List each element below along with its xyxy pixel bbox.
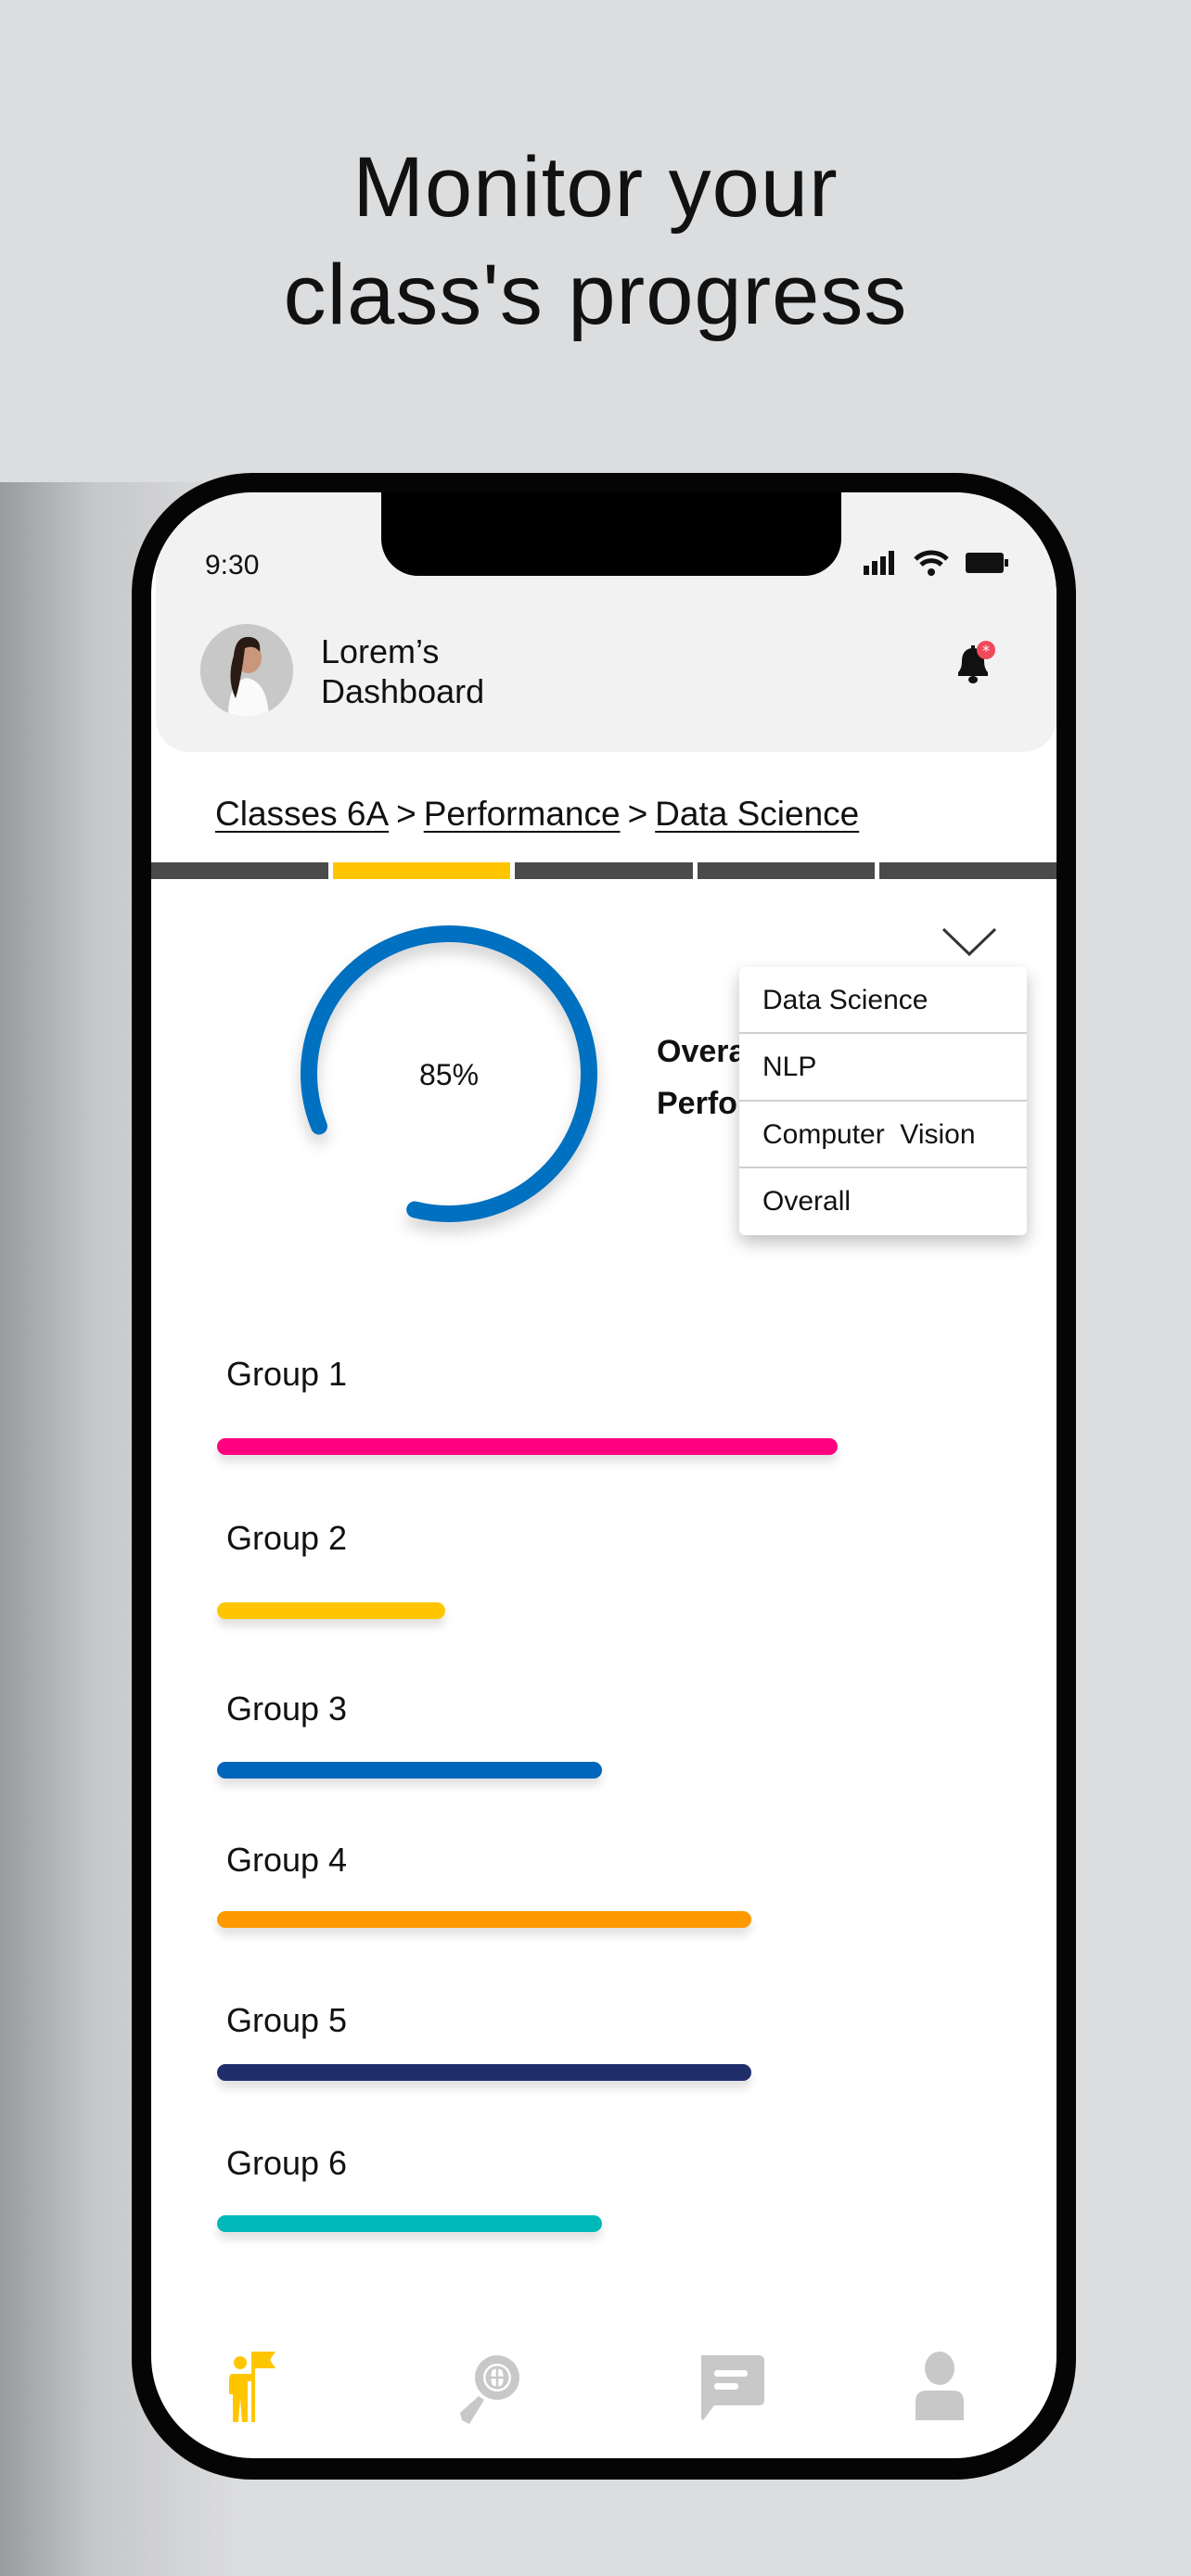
bell-icon: * xyxy=(958,641,995,683)
subject-dropdown-toggle[interactable] xyxy=(941,926,997,963)
group-progress-bar xyxy=(217,2215,603,2232)
signal-icon xyxy=(864,551,894,575)
nav-globe-search-button[interactable] xyxy=(446,2347,530,2430)
status-time: 9:30 xyxy=(205,550,260,580)
phone-screen: 9:30 Lorem’s Dashboard * Classes 6A > Perf… xyxy=(151,492,1057,2458)
notification-button[interactable]: * xyxy=(951,641,995,692)
dashboard-title: Lorem’s Dashboard xyxy=(321,631,484,711)
breadcrumb-separator: > xyxy=(396,795,416,833)
step-segment xyxy=(878,862,1057,879)
group-label: Group 2 xyxy=(226,1519,348,1557)
dropdown-option-computer-vision[interactable]: Computer Vision xyxy=(739,1102,1027,1168)
nav-chat-button[interactable] xyxy=(689,2347,773,2430)
group-label: Group 1 xyxy=(226,1355,348,1393)
subject-dropdown-menu: Data Science NLP Computer Vision Overall xyxy=(739,967,1027,1235)
globe-search-icon xyxy=(451,2350,525,2429)
background xyxy=(0,0,1191,482)
group-label: Group 5 xyxy=(226,2001,348,2039)
dropdown-option-overall[interactable]: Overall xyxy=(739,1168,1027,1235)
group-label: Group 6 xyxy=(226,2144,348,2182)
headline-line-1: Monitor your xyxy=(352,140,839,235)
step-segment xyxy=(333,862,511,879)
battery-icon xyxy=(966,553,1008,573)
dropdown-option-nlp[interactable]: NLP xyxy=(739,1034,1027,1102)
overall-percent: 85% xyxy=(418,1058,480,1091)
notch xyxy=(381,492,841,576)
profile-icon xyxy=(903,2350,977,2429)
group-progress-bar xyxy=(217,1602,445,1619)
breadcrumb-data-science[interactable]: Data Science xyxy=(655,795,859,833)
headline-line-2: class's progress xyxy=(283,248,908,342)
breadcrumb: Classes 6A > Performance > Data Science xyxy=(215,795,859,834)
group-progress-bar xyxy=(217,2064,751,2081)
group-label: Group 4 xyxy=(226,1841,348,1879)
breadcrumb-classes[interactable]: Classes 6A xyxy=(215,795,389,833)
step-segment xyxy=(151,862,329,879)
chevron-down-icon xyxy=(941,927,997,957)
group-progress-bar xyxy=(217,1911,751,1928)
group-label: Group 3 xyxy=(226,1690,348,1728)
avatar[interactable] xyxy=(200,624,293,717)
status-icons xyxy=(864,550,1008,576)
wifi-icon xyxy=(914,550,949,576)
group-progress-bar xyxy=(217,1438,839,1455)
step-segment xyxy=(697,862,875,879)
step-indicator xyxy=(151,862,1057,879)
badge-text: * xyxy=(982,642,990,659)
dropdown-option-data-science[interactable]: Data Science xyxy=(739,967,1027,1035)
bottom-nav xyxy=(151,2347,1057,2430)
person-flag-icon xyxy=(218,2350,292,2429)
step-segment xyxy=(515,862,693,879)
title-line-1: Lorem’s xyxy=(321,632,440,670)
nav-profile-button[interactable] xyxy=(898,2347,981,2430)
chat-icon xyxy=(694,2350,768,2429)
breadcrumb-separator: > xyxy=(627,795,648,833)
title-line-2: Dashboard xyxy=(321,672,485,710)
group-progress-bar xyxy=(217,1762,603,1779)
nav-person-flag-button[interactable] xyxy=(213,2347,297,2430)
breadcrumb-performance[interactable]: Performance xyxy=(424,795,621,833)
